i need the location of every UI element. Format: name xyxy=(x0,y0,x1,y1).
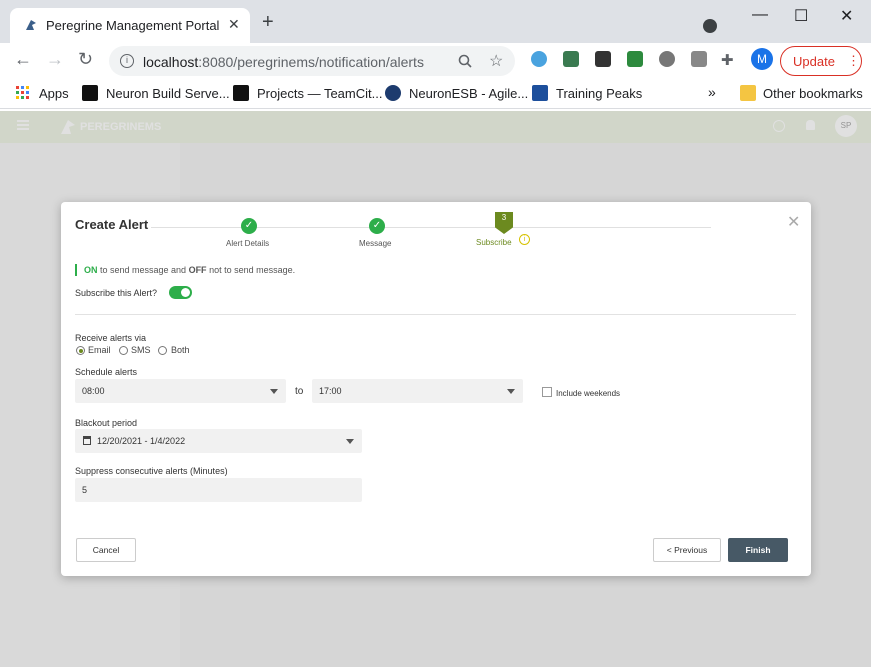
radio-sms-label: SMS xyxy=(131,345,151,355)
include-weekends-checkbox[interactable] xyxy=(542,387,552,397)
bookmark-neuronesb-agile[interactable]: NeuronESB - Agile... xyxy=(409,86,528,101)
t-extension-icon[interactable] xyxy=(691,51,707,67)
tab-title: Peregrine Management Portal xyxy=(46,18,220,33)
finish-button[interactable]: Finish xyxy=(728,538,788,562)
radio-email-label: Email xyxy=(88,345,111,355)
bookmark-star-icon[interactable]: ☆ xyxy=(489,51,503,71)
circle-extension-icon[interactable] xyxy=(659,51,675,67)
kebab-menu-icon[interactable]: ⋮ xyxy=(847,53,860,69)
step-done-check-icon: ✓ xyxy=(241,218,257,234)
subscribe-toggle[interactable] xyxy=(169,286,192,299)
subscribe-label: Subscribe this Alert? xyxy=(75,288,158,298)
step-label-message[interactable]: Message xyxy=(359,239,391,248)
info-icon[interactable]: i xyxy=(120,54,134,68)
teamcity-icon xyxy=(233,85,249,101)
include-weekends-label: Include weekends xyxy=(556,389,621,398)
previous-button[interactable]: < Previous xyxy=(653,538,721,562)
radio-email[interactable] xyxy=(76,346,85,355)
blackout-period-select[interactable]: 12/20/2021 - 1/4/2022 xyxy=(75,429,362,453)
step-done-check-icon: ✓ xyxy=(369,218,385,234)
bookmark-training-peaks[interactable]: Training Peaks xyxy=(556,86,642,101)
divider xyxy=(75,314,796,315)
tab-search-icon[interactable] xyxy=(703,19,717,33)
chevron-down-icon xyxy=(270,389,278,394)
url-text: localhost:8080/peregrinems/notification/… xyxy=(143,54,424,70)
step-label-alert-details[interactable]: Alert Details xyxy=(226,239,269,248)
schedule-from-select[interactable]: 08:00 xyxy=(75,379,286,403)
x-extension-icon[interactable] xyxy=(595,51,611,67)
schedule-to-select[interactable]: 17:00 xyxy=(312,379,523,403)
bookmark-neuron-build[interactable]: Neuron Build Serve... xyxy=(106,86,230,101)
stepper-line xyxy=(151,227,711,228)
schedule-alerts-label: Schedule alerts xyxy=(75,367,138,377)
teamcity-icon xyxy=(82,85,98,101)
to-label: to xyxy=(295,386,304,397)
reload-icon[interactable]: ↻ xyxy=(78,49,93,70)
jira-icon xyxy=(385,85,401,101)
puzzle-extensions-icon[interactable]: ✚ xyxy=(721,51,734,69)
browser-tabbar: Peregrine Management Portal ✕ + — ☐ ✕ xyxy=(0,0,871,43)
radio-sms[interactable] xyxy=(119,346,128,355)
modal-close-icon[interactable]: ✕ xyxy=(787,212,800,232)
radio-both-label: Both xyxy=(171,345,190,355)
bookmark-apps[interactable]: Apps xyxy=(39,86,69,101)
profile-avatar[interactable]: M xyxy=(751,48,773,70)
address-bar[interactable]: i localhost:8080/peregrinems/notificatio… xyxy=(109,46,515,76)
forward-icon[interactable]: → xyxy=(46,49,64,70)
info-icon[interactable]: i xyxy=(519,234,530,245)
blackout-period-label: Blackout period xyxy=(75,418,138,428)
step-current-badge: 3 xyxy=(495,212,513,234)
cloud-extension-icon[interactable] xyxy=(531,51,547,67)
peregrine-favicon-icon xyxy=(26,20,36,30)
chevron-down-icon xyxy=(346,439,354,444)
image-extension-icon[interactable] xyxy=(563,51,579,67)
chevron-down-icon xyxy=(507,389,515,394)
bookmarks-overflow-icon[interactable]: » xyxy=(708,84,716,100)
create-alert-modal: Create Alert ✕ ✓ Alert Details ✓ Message… xyxy=(61,202,811,576)
zoom-icon[interactable] xyxy=(458,54,472,68)
minimize-icon[interactable]: — xyxy=(752,6,768,24)
training-peaks-icon xyxy=(532,85,548,101)
cancel-button[interactable]: Cancel xyxy=(76,538,136,562)
bookmarks-bar: Apps Neuron Build Serve... Projects — Te… xyxy=(0,79,871,109)
back-icon[interactable]: ← xyxy=(14,49,32,70)
close-window-icon[interactable]: ✕ xyxy=(840,6,853,26)
browser-tab[interactable]: Peregrine Management Portal ✕ xyxy=(10,8,250,43)
tab-close-icon[interactable]: ✕ xyxy=(228,16,240,33)
apps-grid-icon xyxy=(16,86,29,99)
new-tab-icon[interactable]: + xyxy=(262,12,274,32)
receive-alerts-label: Receive alerts via xyxy=(75,333,147,343)
radio-both[interactable] xyxy=(158,346,167,355)
other-bookmarks[interactable]: Other bookmarks xyxy=(763,86,863,101)
browser-toolbar: ← → ↻ i localhost:8080/peregrinems/notif… xyxy=(0,43,871,79)
bookmark-projects-teamcity[interactable]: Projects — TeamCit... xyxy=(257,86,382,101)
step-label-subscribe[interactable]: Subscribe xyxy=(476,238,512,247)
suppress-minutes-input[interactable]: 5 xyxy=(75,478,362,502)
calendar-icon xyxy=(83,436,91,445)
modal-title: Create Alert xyxy=(75,217,149,232)
info-text: ON to send message and OFF not to send m… xyxy=(84,265,296,275)
folder-icon xyxy=(740,85,756,101)
suppress-label: Suppress consecutive alerts (Minutes) xyxy=(75,466,228,476)
update-button[interactable]: Update ⋮ xyxy=(780,46,862,76)
evernote-extension-icon[interactable] xyxy=(627,51,643,67)
info-accent-bar xyxy=(75,264,77,276)
maximize-icon[interactable]: ☐ xyxy=(794,6,808,26)
